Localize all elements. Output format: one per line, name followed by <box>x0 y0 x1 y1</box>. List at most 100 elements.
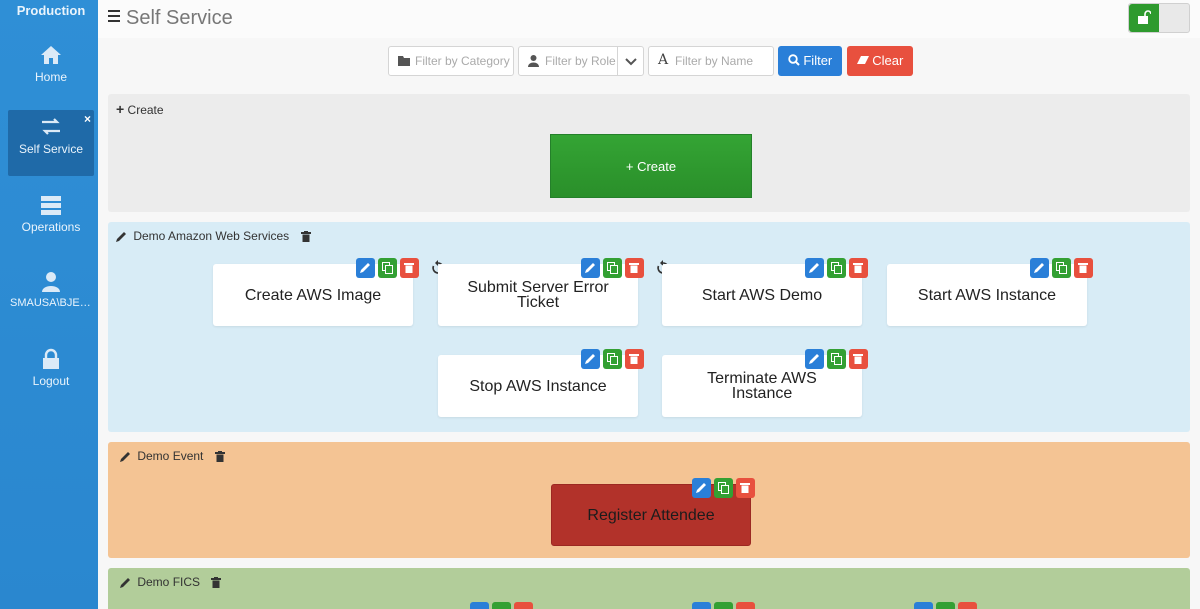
edit-button[interactable] <box>1030 258 1049 278</box>
delete-button[interactable] <box>625 349 644 369</box>
copy-button[interactable] <box>1052 258 1071 278</box>
folder-icon <box>398 56 410 66</box>
edit-button[interactable] <box>581 258 600 278</box>
copy-icon <box>607 353 618 365</box>
copy-icon <box>382 262 393 274</box>
top-bar: Self Service <box>98 0 1200 38</box>
copy-button[interactable] <box>603 349 622 369</box>
sidebar-item-self-service[interactable]: × Self Service <box>8 110 94 176</box>
edit-button[interactable] <box>805 258 824 278</box>
pencil-icon <box>360 263 370 273</box>
name-filter-placeholder: Filter by Name <box>675 54 754 68</box>
close-icon[interactable]: × <box>84 112 91 126</box>
filter-button-label: Filter <box>803 53 833 68</box>
copy-icon <box>831 353 842 365</box>
page-title: Self Service <box>126 7 233 29</box>
pencil-icon <box>696 483 706 493</box>
section-header: Demo Amazon Web Services <box>116 229 311 243</box>
clear-button[interactable]: Clear <box>847 46 913 76</box>
pencil-icon[interactable] <box>120 577 131 589</box>
tile-actions <box>356 258 420 278</box>
sidebar-item-label: Operations <box>21 220 81 234</box>
user-icon <box>42 272 60 292</box>
create-button[interactable]: + Create <box>550 134 752 198</box>
sidebar-item-operations[interactable]: Operations <box>8 188 94 254</box>
create-section: + Create + Create <box>108 94 1190 212</box>
transfer-icon <box>42 118 60 135</box>
user-icon <box>528 55 539 67</box>
tile-actions <box>805 258 869 278</box>
trash-icon <box>629 263 639 273</box>
tile-actions <box>692 602 756 609</box>
delete-button[interactable] <box>514 602 533 609</box>
copy-button[interactable] <box>492 602 511 609</box>
trash-icon <box>853 354 863 364</box>
edit-button[interactable] <box>805 349 824 369</box>
menu-icon[interactable] <box>108 10 120 24</box>
tile-actions <box>914 602 978 609</box>
pencil-icon <box>585 354 595 364</box>
copy-button[interactable] <box>378 258 397 278</box>
main-content: Self Service Filter by Category Filter b… <box>98 0 1200 609</box>
section-title: Demo Amazon Web Services <box>133 229 290 243</box>
delete-button[interactable] <box>1074 258 1093 278</box>
tile-actions <box>581 258 645 278</box>
copy-button[interactable] <box>936 602 955 609</box>
sidebar-item-home[interactable]: Home <box>8 38 94 104</box>
trash-icon <box>629 354 639 364</box>
delete-button[interactable] <box>736 478 755 498</box>
sidebar-item-user[interactable]: SMAUSA\BJERN... <box>8 265 94 331</box>
name-filter[interactable]: A Filter by Name <box>648 46 774 76</box>
trash-icon <box>1078 263 1088 273</box>
delete-button[interactable] <box>958 602 977 609</box>
sidebar-item-label: Logout <box>32 374 70 388</box>
edit-button[interactable] <box>914 602 933 609</box>
copy-button[interactable] <box>714 478 733 498</box>
sidebar-item-label: Self Service <box>18 142 84 156</box>
section-title: Create <box>127 103 164 117</box>
tile-actions <box>805 349 869 369</box>
environment-label: Production <box>16 3 86 18</box>
pencil-icon <box>809 354 819 364</box>
filter-button[interactable]: Filter <box>778 46 842 76</box>
trash-icon[interactable] <box>211 577 222 589</box>
edit-mode-toggle[interactable] <box>1128 3 1190 33</box>
server-icon <box>41 196 61 215</box>
sidebar-item-logout[interactable]: Logout <box>8 342 94 408</box>
event-section: Demo Event Register Attendee <box>108 442 1190 558</box>
chevron-down-icon[interactable] <box>617 47 643 75</box>
tile-actions <box>470 602 534 609</box>
trash-icon[interactable] <box>300 231 311 243</box>
trash-icon <box>404 263 414 273</box>
section-header: Demo Event <box>120 449 225 463</box>
sidebar-item-label: Home <box>34 70 67 84</box>
pencil-icon[interactable] <box>116 231 127 243</box>
role-filter[interactable]: Filter by Role <box>518 46 644 76</box>
trash-icon <box>740 483 750 493</box>
delete-button[interactable] <box>849 258 868 278</box>
copy-button[interactable] <box>603 258 622 278</box>
delete-button[interactable] <box>736 602 755 609</box>
edit-button[interactable] <box>470 602 489 609</box>
delete-button[interactable] <box>400 258 419 278</box>
edit-button[interactable] <box>692 602 711 609</box>
section-header: + Create <box>116 101 164 117</box>
role-filter-placeholder: Filter by Role <box>545 54 616 68</box>
clear-button-label: Clear <box>872 53 904 68</box>
edit-button[interactable] <box>692 478 711 498</box>
trash-icon[interactable] <box>214 451 225 463</box>
aws-section: Demo Amazon Web Services Create AWS Imag… <box>108 222 1190 432</box>
plus-icon: + <box>116 101 125 117</box>
delete-button[interactable] <box>849 349 868 369</box>
copy-button[interactable] <box>827 258 846 278</box>
pencil-icon[interactable] <box>120 451 131 463</box>
unlock-icon <box>1138 10 1151 24</box>
copy-button[interactable] <box>827 349 846 369</box>
tile-actions <box>692 478 756 498</box>
edit-button[interactable] <box>356 258 375 278</box>
copy-button[interactable] <box>714 602 733 609</box>
category-filter[interactable]: Filter by Category <box>388 46 514 76</box>
delete-button[interactable] <box>625 258 644 278</box>
copy-icon <box>607 262 618 274</box>
edit-button[interactable] <box>581 349 600 369</box>
